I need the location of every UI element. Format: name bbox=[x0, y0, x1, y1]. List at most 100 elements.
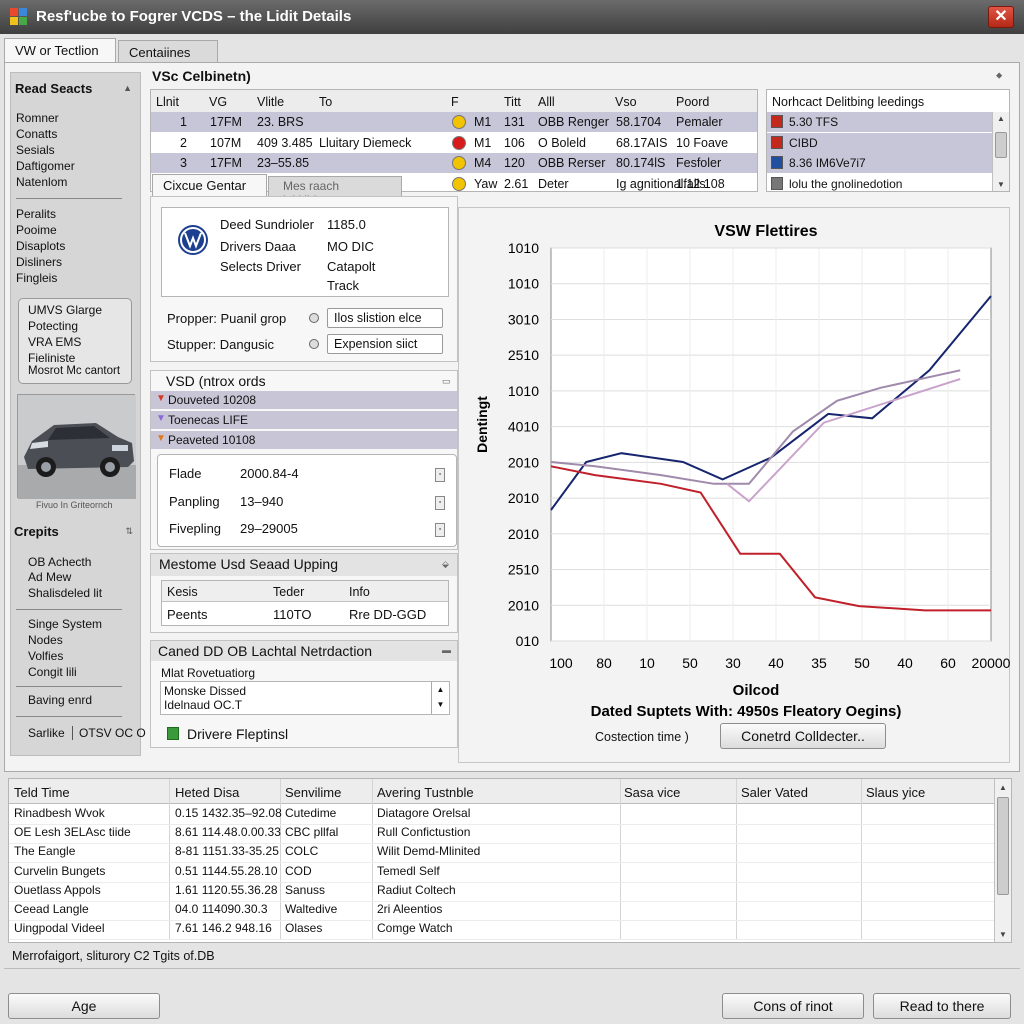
sidebar-item[interactable]: Ad Mew bbox=[28, 570, 71, 584]
sidebar-item[interactable]: Singe System bbox=[28, 617, 102, 631]
table-cell[interactable]: Rull Confictustion bbox=[377, 825, 470, 839]
sidebar-item[interactable]: VRA EMS bbox=[28, 335, 81, 349]
sidebar-item[interactable]: Romner bbox=[16, 111, 59, 125]
age-button[interactable]: Age bbox=[8, 993, 160, 1019]
sidebar-item[interactable]: Shalisdeled lit bbox=[28, 586, 102, 600]
sidebar-item[interactable]: Conatts bbox=[16, 127, 57, 141]
table-cell[interactable]: 8-81 1151.33-35.25 bbox=[175, 844, 279, 858]
sidebar-item[interactable]: OB Achecth bbox=[28, 555, 91, 569]
table-cell[interactable]: Ouetlass Appols bbox=[14, 883, 101, 897]
list-item[interactable]: Toenecas LIFE bbox=[168, 413, 248, 427]
column-header[interactable]: Vlitle bbox=[257, 95, 284, 109]
sidebar-item[interactable]: Sesials bbox=[16, 143, 55, 157]
sidebar-item[interactable]: Potecting bbox=[28, 319, 78, 333]
sidebar-item[interactable]: Mosrot Mc cantort bbox=[28, 365, 120, 377]
sidebar-item[interactable]: Disaplots bbox=[16, 239, 65, 253]
conetrd-colldecter-button[interactable]: Conetrd Colldecter.. bbox=[720, 723, 886, 749]
chevron-down-icon[interactable]: ▲ ▼ bbox=[431, 682, 449, 714]
list-item[interactable]: lolu the gnolinedotion bbox=[789, 177, 902, 191]
checkbox-label[interactable]: Drivere Fleptinsl bbox=[187, 726, 288, 742]
table-cell[interactable]: 7.61 146.2 948.16 bbox=[175, 921, 272, 935]
table-cell[interactable]: 04.0 114090.30.3 bbox=[175, 902, 268, 916]
cons-of-rinot-button[interactable]: Cons of rinot bbox=[722, 993, 864, 1019]
table-cell[interactable]: COD bbox=[285, 864, 312, 878]
column-header[interactable]: Kesis bbox=[167, 585, 198, 599]
table-cell[interactable]: Ceead Langle bbox=[14, 902, 89, 916]
column-header[interactable]: Info bbox=[349, 585, 370, 599]
column-header[interactable]: Heted Disa bbox=[175, 785, 239, 800]
close-icon[interactable]: ✕ bbox=[988, 6, 1014, 28]
sidebar-item[interactable]: Fieliniste bbox=[28, 351, 75, 365]
table-cell[interactable]: OE Lesh 3ELAsc tiide bbox=[14, 825, 131, 839]
settings-icon[interactable]: ▬ bbox=[442, 645, 451, 655]
sidebar-item[interactable]: Peralits bbox=[16, 207, 56, 221]
column-header[interactable]: Alll bbox=[538, 95, 555, 109]
table-cell[interactable]: The Eangle bbox=[14, 844, 75, 858]
column-header[interactable]: F bbox=[451, 95, 459, 109]
collapse-icon[interactable]: ▲ bbox=[123, 83, 132, 93]
prop-radio[interactable] bbox=[309, 313, 319, 323]
pin-icon[interactable]: ⬥ bbox=[996, 70, 1002, 81]
list-item[interactable]: 5.30 TFS bbox=[789, 115, 838, 129]
table-cell[interactable]: Wilit Demd-Mlinited bbox=[377, 844, 480, 858]
table-cell[interactable]: Sanuss bbox=[285, 883, 325, 897]
list-item[interactable]: CIBD bbox=[789, 136, 818, 150]
column-header[interactable]: Vso bbox=[615, 95, 637, 109]
column-header[interactable]: Senvilime bbox=[285, 785, 341, 800]
column-header[interactable]: VG bbox=[209, 95, 227, 109]
column-header[interactable]: To bbox=[319, 95, 332, 109]
column-header[interactable]: Teld Time bbox=[14, 785, 70, 800]
list-item[interactable]: Douveted 10208 bbox=[168, 393, 256, 407]
column-header[interactable]: Sasa vice bbox=[624, 785, 680, 800]
table-cell[interactable]: Uingpodal Videel bbox=[14, 921, 105, 935]
stup-radio[interactable] bbox=[309, 339, 319, 349]
tab-mes-raach[interactable]: Mes raach laltitildes bbox=[268, 176, 402, 207]
stup-field[interactable]: Expension siict bbox=[327, 334, 443, 354]
tab-vw-tectlion[interactable]: VW or Tectlion bbox=[4, 38, 116, 64]
table-cell[interactable]: Radiut Coltech bbox=[377, 883, 456, 897]
column-header[interactable]: Saler Vated bbox=[741, 785, 808, 800]
list-item[interactable]: Peaveted 10108 bbox=[168, 433, 255, 447]
sidebar-item[interactable]: Congit lili bbox=[28, 665, 77, 679]
table-cell[interactable]: 8.61 114.48.0.00.33 bbox=[175, 825, 281, 839]
table-cell[interactable]: 0.51 1144.55.28.10 bbox=[175, 864, 278, 878]
table-cell[interactable]: Temedl Self bbox=[377, 864, 440, 878]
table-cell[interactable]: Rinadbesh Wvok bbox=[14, 806, 105, 820]
table-cell[interactable]: CBC pllfal bbox=[285, 825, 338, 839]
tab-cixcue-gentar[interactable]: Cixcue Gentar bbox=[152, 174, 267, 196]
sidebar-item[interactable]: Disliners bbox=[16, 255, 62, 269]
expand-icon[interactable]: ▭ bbox=[442, 376, 451, 387]
table-cell[interactable]: Curvelin Bungets bbox=[14, 864, 105, 878]
read-to-there-button[interactable]: Read to there bbox=[873, 993, 1011, 1019]
spinner-icon[interactable]: ▫ bbox=[435, 495, 445, 510]
column-header[interactable]: Titt bbox=[504, 95, 521, 109]
sidebar-item[interactable]: Pooime bbox=[16, 223, 57, 237]
checkbox-icon[interactable] bbox=[167, 727, 179, 740]
sort-icon[interactable]: ⇅ bbox=[125, 526, 133, 537]
column-header[interactable]: Slaus yice bbox=[866, 785, 925, 800]
sidebar-item[interactable]: Nodes bbox=[28, 633, 63, 647]
sidebar-item[interactable]: Daftigomer bbox=[16, 159, 75, 173]
table-cell[interactable]: Olases bbox=[285, 921, 322, 935]
spinner-icon[interactable]: ▫ bbox=[435, 523, 445, 537]
table-cell[interactable]: Cutedime bbox=[285, 806, 336, 820]
list-item[interactable]: 8.36 IM6Ve7i7 bbox=[789, 156, 866, 170]
sidebar-item[interactable]: Volfies bbox=[28, 649, 63, 663]
readings-scrollbar[interactable]: ▲ ▼ bbox=[992, 112, 1009, 191]
table-cell[interactable]: 1.61 1120.55.36.28 bbox=[175, 883, 278, 897]
sidebar-item[interactable]: Fingleis bbox=[16, 271, 57, 285]
bottom-scrollbar[interactable]: ▲ ▼ bbox=[994, 779, 1011, 942]
table-cell[interactable]: Waltedive bbox=[285, 902, 337, 916]
spinner-icon[interactable]: ▫ bbox=[435, 468, 445, 482]
tab-centaiines[interactable]: Centaiines bbox=[118, 40, 218, 62]
column-header[interactable]: Teder bbox=[273, 585, 304, 599]
column-header[interactable]: Poord bbox=[676, 95, 709, 109]
table-cell[interactable]: 2ri Aleentios bbox=[377, 902, 442, 916]
table-cell[interactable]: Diatagore Orelsal bbox=[377, 806, 470, 820]
table-cell[interactable]: 0.15 1432.35–92.08 bbox=[175, 806, 282, 820]
column-header[interactable]: Llnit bbox=[156, 95, 179, 109]
sidebar-item[interactable]: UMVS Glarge bbox=[28, 303, 102, 317]
column-header[interactable]: Avering Tustnble bbox=[377, 785, 474, 800]
table-cell[interactable]: Comge Watch bbox=[377, 921, 453, 935]
table-cell[interactable]: COLC bbox=[285, 844, 318, 858]
